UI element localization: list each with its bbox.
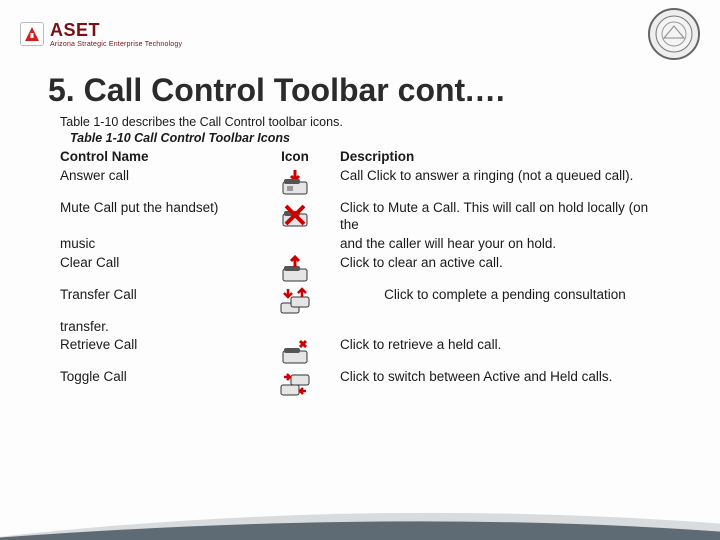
- row-name: Answer call: [60, 168, 250, 198]
- column-header-desc: Description: [340, 149, 670, 166]
- toggle-call-icon: [278, 369, 312, 399]
- answer-call-icon: [278, 168, 312, 198]
- row-desc: Click to retrieve a held call.: [340, 337, 670, 367]
- row-desc: Click to Mute a Call. This will call on …: [340, 200, 670, 234]
- row-icon-cell: [250, 287, 340, 317]
- row-desc: Click to switch between Active and Held …: [340, 369, 670, 399]
- row-name: Transfer Call: [60, 287, 250, 317]
- row-name: transfer.: [60, 319, 250, 336]
- icon-table: Control Name Icon Description Answer cal…: [60, 149, 670, 399]
- column-header-name: Control Name: [60, 149, 250, 166]
- logo-mark-icon: [20, 22, 44, 46]
- row-desc: Call Click to answer a ringing (not a qu…: [340, 168, 670, 198]
- footer-decoration: [0, 505, 720, 540]
- row-name: Mute Call put the handset): [60, 200, 250, 234]
- intro-text: Table 1-10 describes the Call Control to…: [60, 115, 720, 129]
- row-icon-cell: [250, 337, 340, 367]
- row-name: Clear Call: [60, 255, 250, 285]
- row-desc: [340, 319, 670, 336]
- row-icon-cell: [250, 319, 340, 336]
- page-title: 5. Call Control Toolbar cont.…: [48, 72, 720, 109]
- row-desc: Click to clear an active call.: [340, 255, 670, 285]
- mute-call-icon: [278, 200, 312, 230]
- retrieve-call-icon: [278, 337, 312, 367]
- state-seal-icon: [648, 8, 700, 60]
- header-bar: ASET Arizona Strategic Enterprise Techno…: [0, 0, 720, 64]
- brand-logo: ASET Arizona Strategic Enterprise Techno…: [20, 21, 182, 48]
- table-caption: Table 1-10 Call Control Toolbar Icons: [70, 131, 720, 145]
- row-icon-cell: [250, 168, 340, 198]
- clear-call-icon: [278, 255, 312, 285]
- row-icon-cell: [250, 369, 340, 399]
- logo-text: ASET: [50, 20, 100, 40]
- logo-text-block: ASET Arizona Strategic Enterprise Techno…: [50, 21, 182, 48]
- row-desc: Click to complete a pending consultation: [340, 287, 670, 317]
- row-name: music: [60, 236, 250, 253]
- row-desc: and the caller will hear your on hold.: [340, 236, 670, 253]
- row-name: Toggle Call: [60, 369, 250, 399]
- row-icon-cell: [250, 236, 340, 253]
- column-header-icon: Icon: [250, 149, 340, 166]
- row-icon-cell: [250, 255, 340, 285]
- logo-subtext: Arizona Strategic Enterprise Technology: [50, 41, 182, 48]
- transfer-call-icon: [278, 287, 312, 317]
- row-icon-cell: [250, 200, 340, 234]
- row-name: Retrieve Call: [60, 337, 250, 367]
